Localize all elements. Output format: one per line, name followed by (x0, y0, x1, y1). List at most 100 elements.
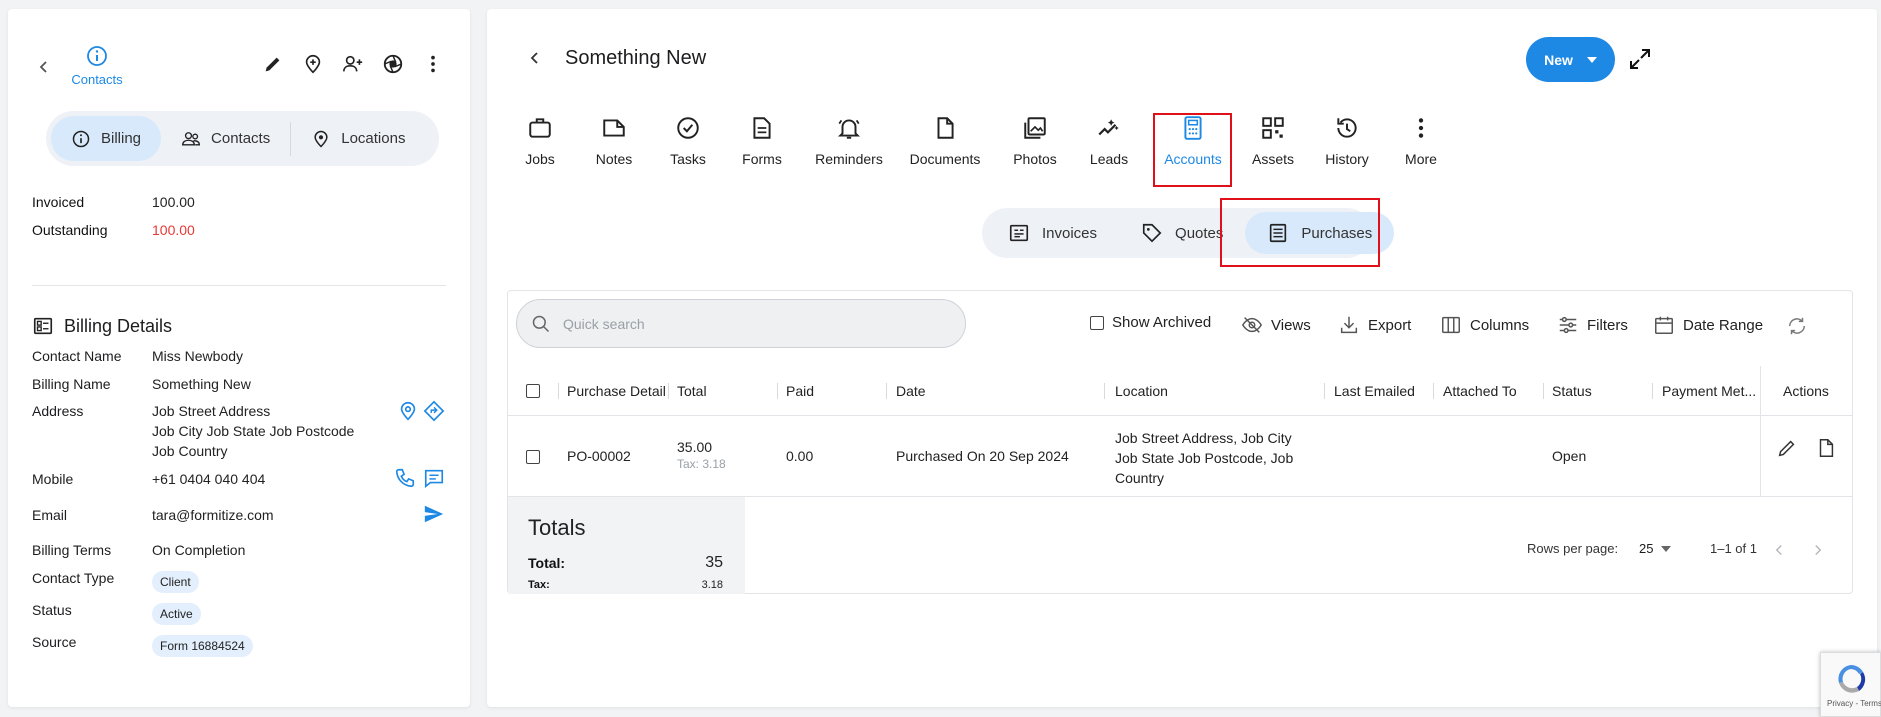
filters-button[interactable]: Filters (1557, 314, 1628, 336)
prev-page-icon[interactable] (1770, 541, 1788, 559)
row-checkbox[interactable] (526, 450, 540, 464)
tab-more[interactable]: More (1384, 115, 1458, 167)
recaptcha-links[interactable]: Privacy - Terms (1821, 699, 1881, 708)
export-button[interactable]: Export (1338, 314, 1411, 336)
tax-value: 3.18 (701, 579, 723, 591)
source-chip: Form 16884524 (152, 635, 253, 657)
col-paid[interactable]: Paid (786, 366, 814, 416)
rows-per-page-value: 25 (1639, 541, 1654, 556)
edit-pencil-icon[interactable] (262, 53, 284, 75)
tab-leads[interactable]: Leads (1072, 115, 1146, 167)
shutter-icon[interactable] (382, 53, 404, 75)
send-email-icon[interactable] (423, 503, 445, 525)
table-row[interactable]: PO-00002 35.00 Tax: 3.18 0.00 Purchased … (508, 417, 1852, 497)
show-archived-toggle[interactable]: Show Archived (1090, 314, 1211, 331)
tab-assets-label: Assets (1251, 151, 1294, 167)
cell-paid: 0.00 (786, 448, 814, 464)
cell-purchase-detail[interactable]: PO-00002 (567, 448, 631, 464)
tab-photos[interactable]: Photos (998, 115, 1072, 167)
back-chevron-icon[interactable] (32, 55, 56, 79)
views-button[interactable]: Views (1241, 314, 1311, 336)
new-button[interactable]: New (1526, 37, 1615, 82)
cell-location-line-3: Country (1115, 470, 1165, 486)
segment-billing-label: Billing (101, 130, 142, 147)
col-date[interactable]: Date (896, 366, 926, 416)
tab-documents[interactable]: Documents (900, 115, 990, 167)
tab-history-label: History (1325, 151, 1369, 167)
rows-per-page-select[interactable]: 25 (1639, 541, 1672, 556)
search-input[interactable] (563, 315, 943, 332)
col-payment-method[interactable]: Payment Met... (1662, 366, 1760, 416)
billing-terms-value: On Completion (152, 542, 246, 558)
mobile-label: Mobile (32, 471, 74, 487)
history-icon (1334, 115, 1360, 141)
check-circle-icon (675, 115, 701, 141)
col-total[interactable]: Total (677, 366, 707, 416)
tab-assets[interactable]: Assets (1236, 115, 1310, 167)
refresh-icon[interactable] (1786, 315, 1808, 337)
col-purchase-detail[interactable]: Purchase Detail (567, 366, 665, 416)
actions-column (1760, 366, 1852, 497)
subtab-invoices[interactable]: Invoices (986, 212, 1119, 254)
email-value: tara@formitize.com (152, 507, 274, 523)
column-separator (777, 383, 778, 399)
tab-leads-label: Leads (1089, 151, 1129, 167)
edit-pencil-icon[interactable] (1776, 437, 1798, 459)
segment-billing[interactable]: Billing (51, 116, 162, 161)
tab-reminders[interactable]: Reminders (806, 115, 892, 167)
date-range-label: Date Range (1683, 316, 1764, 334)
pagination-range: 1–1 of 1 (1710, 541, 1757, 556)
contact-type-value: Client (152, 571, 372, 593)
col-last-emailed[interactable]: Last Emailed (1334, 366, 1415, 416)
status-value: Active (152, 603, 372, 625)
segment-contacts[interactable]: Contacts (161, 116, 290, 161)
map-pin-icon[interactable] (397, 400, 419, 422)
outstanding-value: 100.00 (152, 222, 195, 238)
address-label: Address (32, 403, 84, 419)
recaptcha-badge[interactable]: Privacy - Terms (1820, 652, 1881, 717)
cell-total: 35.00 Tax: 3.18 (677, 439, 726, 471)
columns-button[interactable]: Columns (1440, 314, 1529, 336)
date-range-button[interactable]: Date Range (1653, 314, 1763, 336)
col-status[interactable]: Status (1552, 366, 1592, 416)
contacts-header[interactable]: Contacts (62, 44, 132, 87)
tab-jobs[interactable]: Jobs (503, 115, 577, 167)
purchases-table-card: Show Archived Views Export Columns Filte… (507, 290, 1853, 594)
phone-call-icon[interactable] (394, 467, 416, 489)
tab-tasks[interactable]: Tasks (651, 115, 725, 167)
total-value: 35 (705, 554, 723, 571)
cell-total-tax: Tax: 3.18 (677, 457, 726, 471)
tab-forms[interactable]: Forms (725, 115, 799, 167)
filter-sliders-icon (1557, 314, 1579, 336)
document-icon[interactable] (1815, 437, 1837, 459)
status-chip: Active (152, 603, 201, 625)
directions-icon[interactable] (423, 400, 445, 422)
table-header: Purchase Detail Total Paid Date Location… (508, 366, 1852, 416)
cell-status: Open (1552, 448, 1587, 464)
more-vertical-icon[interactable] (422, 53, 444, 75)
checkbox-icon (1090, 315, 1104, 330)
segment-locations[interactable]: Locations (291, 116, 425, 161)
new-button-label: New (1544, 51, 1573, 68)
back-chevron-icon[interactable] (523, 46, 547, 70)
briefcase-icon (527, 115, 553, 141)
tab-notes[interactable]: Notes (577, 115, 651, 167)
bell-icon (836, 115, 862, 141)
contact-section-switcher: Billing Contacts Locations (46, 111, 439, 166)
export-label: Export (1368, 316, 1412, 334)
add-person-icon[interactable] (342, 53, 364, 75)
col-location[interactable]: Location (1115, 366, 1168, 416)
totals-summary: Totals Total: 35 Tax: 3.18 (508, 497, 745, 594)
add-location-icon[interactable] (302, 53, 324, 75)
columns-icon (1440, 314, 1462, 336)
select-all-checkbox[interactable] (526, 366, 540, 416)
column-separator (1543, 383, 1544, 399)
more-vertical-icon (1408, 115, 1434, 141)
recaptcha-logo-icon (1833, 661, 1869, 697)
next-page-icon[interactable] (1809, 541, 1827, 559)
col-attached-to[interactable]: Attached To (1443, 366, 1517, 416)
message-icon[interactable] (423, 467, 445, 489)
tab-history[interactable]: History (1310, 115, 1384, 167)
address-line-1: Job Street Address (152, 403, 271, 419)
expand-icon[interactable] (1628, 47, 1652, 71)
